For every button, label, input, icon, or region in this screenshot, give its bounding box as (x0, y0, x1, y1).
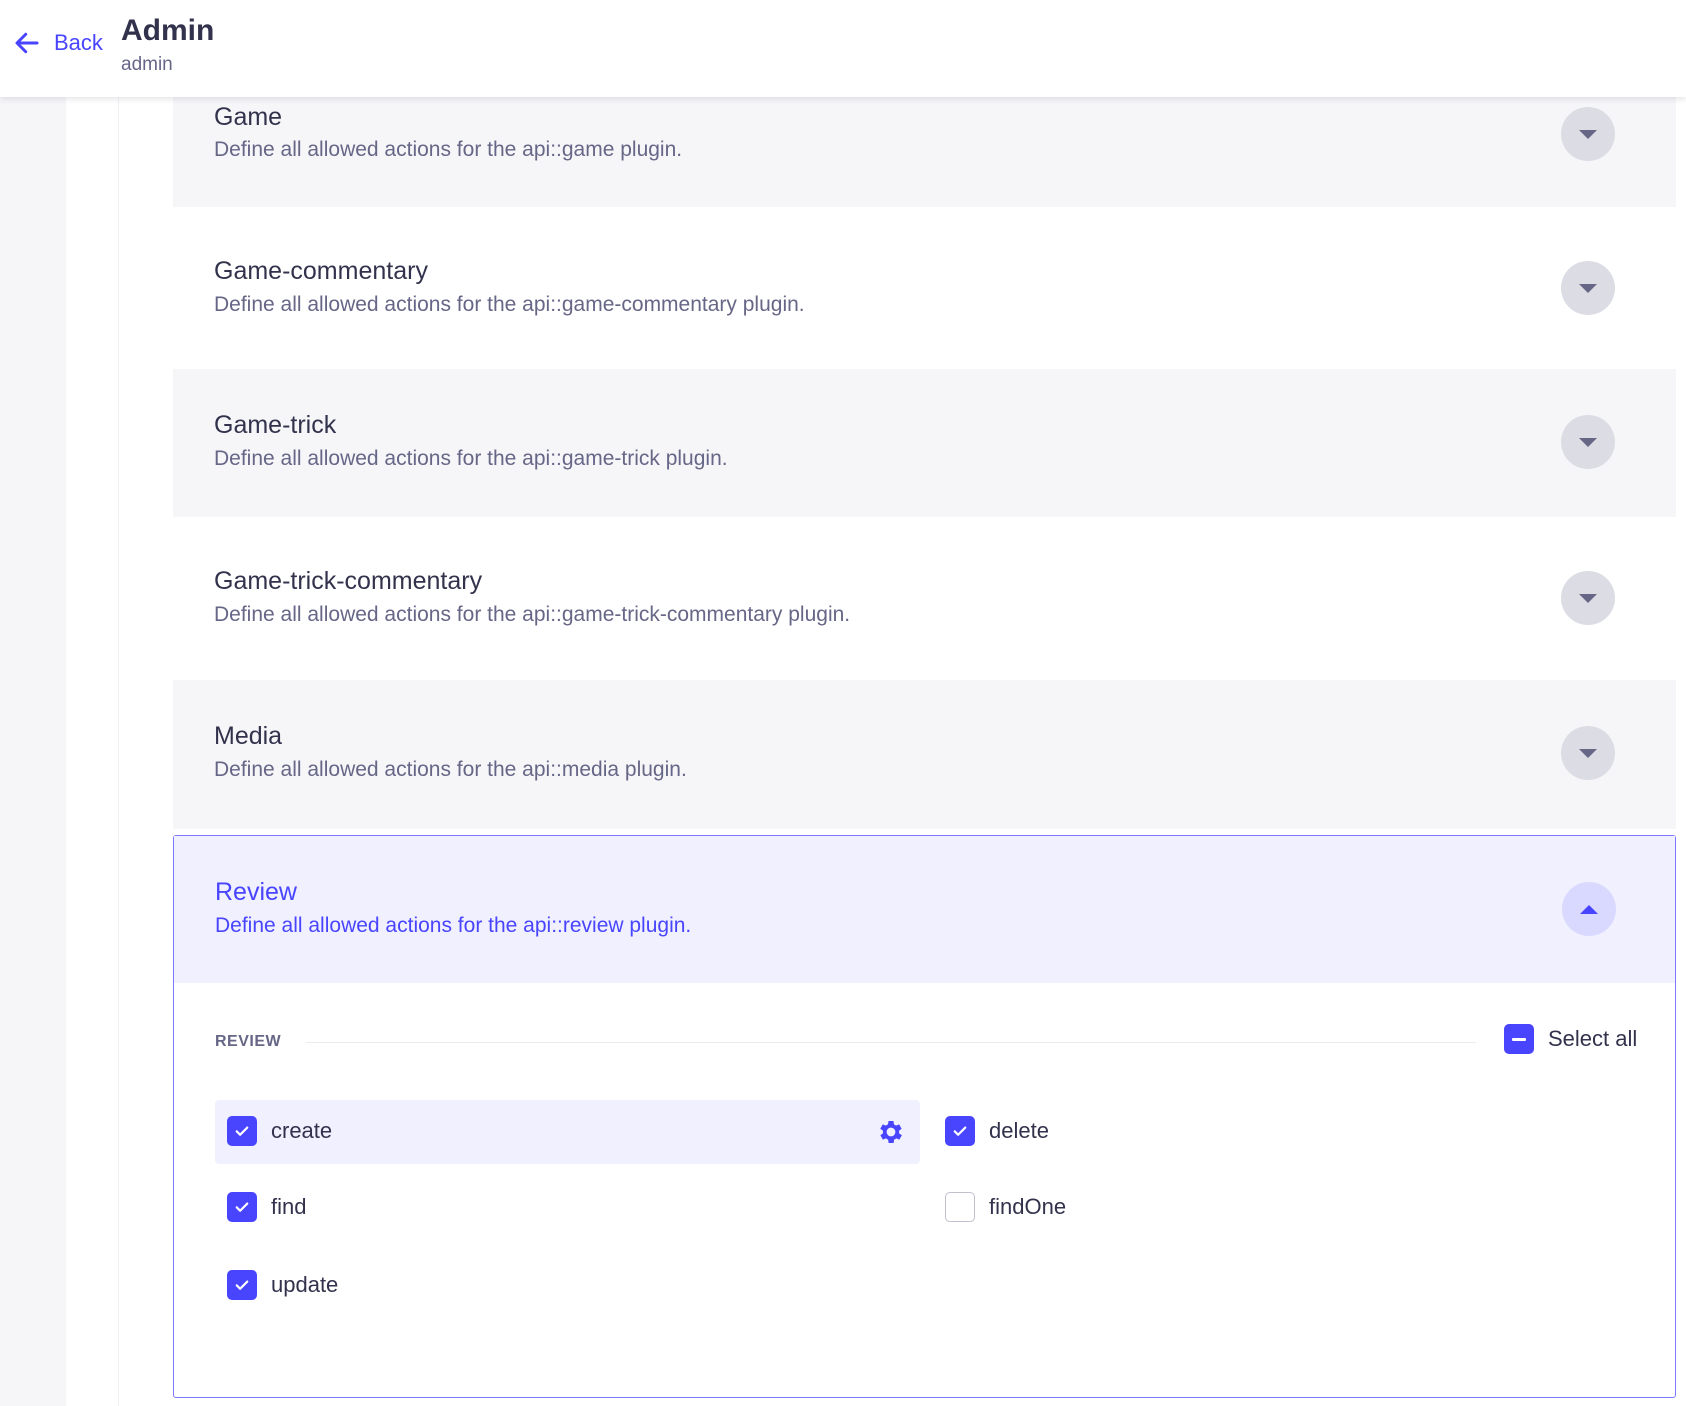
action-label: find (271, 1194, 307, 1219)
action-label: create (271, 1118, 333, 1143)
action-create[interactable]: create (227, 1116, 332, 1146)
section-title: Game-commentary (214, 257, 428, 285)
left-rail (0, 97, 66, 1406)
rail-divider (118, 97, 119, 1406)
group-divider (306, 1042, 1476, 1043)
section-description: Define all allowed actions for the api::… (214, 758, 687, 781)
arrow-left-icon (15, 32, 39, 54)
indeterminate-checkbox (1504, 1024, 1534, 1054)
action-label: findOne (989, 1194, 1067, 1219)
section-description: Define all allowed actions for the api::… (214, 603, 851, 626)
section-game-trick-commentary[interactable]: Game-trick-commentary Define all allowed… (173, 517, 1676, 680)
action-findone[interactable]: findOne (945, 1192, 1066, 1222)
section-description: Define all allowed actions for the api::… (214, 138, 683, 161)
action-find[interactable]: find (227, 1192, 306, 1222)
back-label: Back (54, 30, 103, 55)
checkmark-icon (235, 1126, 249, 1136)
checkbox-unchecked[interactable] (945, 1192, 975, 1222)
checkbox-checked[interactable] (227, 1116, 257, 1146)
select-all-label: Select all (1548, 1026, 1638, 1051)
section-description: Define all allowed actions for the api::… (215, 914, 692, 937)
gear-icon[interactable] (876, 1117, 906, 1147)
action-update[interactable]: update (227, 1270, 338, 1300)
section-title: Media (214, 722, 283, 750)
review-header[interactable]: Review Define all allowed actions for th… (174, 836, 1675, 983)
caret-down-icon (1579, 748, 1597, 758)
section-game[interactable]: Game Define all allowed actions for the … (173, 97, 1676, 207)
section-game-commentary[interactable]: Game-commentary Define all allowed actio… (173, 207, 1676, 369)
select-all-checkbox[interactable]: Select all (1504, 1024, 1637, 1054)
expand-toggle[interactable] (1561, 261, 1615, 315)
caret-up-icon (1580, 904, 1598, 914)
section-review: Review Define all allowed actions for th… (173, 835, 1676, 1398)
permission-group-label: REVIEW (215, 1033, 282, 1050)
collapse-toggle[interactable] (1562, 882, 1616, 936)
action-label: update (271, 1272, 339, 1297)
section-description: Define all allowed actions for the api::… (214, 447, 728, 470)
caret-down-icon (1579, 437, 1597, 447)
section-title: Game-trick-commentary (214, 567, 483, 595)
expand-toggle[interactable] (1561, 107, 1615, 161)
minus-icon (1512, 1037, 1526, 1041)
page-subtitle: admin (121, 54, 173, 75)
page-header: Back Admin admin (0, 0, 1686, 97)
caret-down-icon (1579, 283, 1597, 293)
section-title: Game (214, 103, 283, 131)
expand-toggle[interactable] (1561, 571, 1615, 625)
action-label: delete (989, 1118, 1049, 1143)
checkbox-checked[interactable] (227, 1270, 257, 1300)
expand-toggle[interactable] (1561, 726, 1615, 780)
section-media[interactable]: Media Define all allowed actions for the… (173, 680, 1676, 829)
action-delete[interactable]: delete (945, 1116, 1049, 1146)
page-title: Admin (121, 14, 215, 47)
expand-toggle[interactable] (1561, 415, 1615, 469)
checkbox-checked[interactable] (945, 1116, 975, 1146)
caret-down-icon (1579, 593, 1597, 603)
back-button[interactable]: Back (12, 28, 103, 58)
section-game-trick[interactable]: Game-trick Define all allowed actions fo… (173, 369, 1676, 517)
checkmark-icon (235, 1202, 249, 1212)
checkmark-icon (235, 1280, 249, 1290)
section-title: Game-trick (214, 411, 337, 439)
caret-down-icon (1579, 129, 1597, 139)
checkmark-icon (953, 1126, 967, 1136)
checkbox-checked[interactable] (227, 1192, 257, 1222)
section-description: Define all allowed actions for the api::… (214, 293, 805, 316)
section-title: Review (215, 878, 297, 906)
